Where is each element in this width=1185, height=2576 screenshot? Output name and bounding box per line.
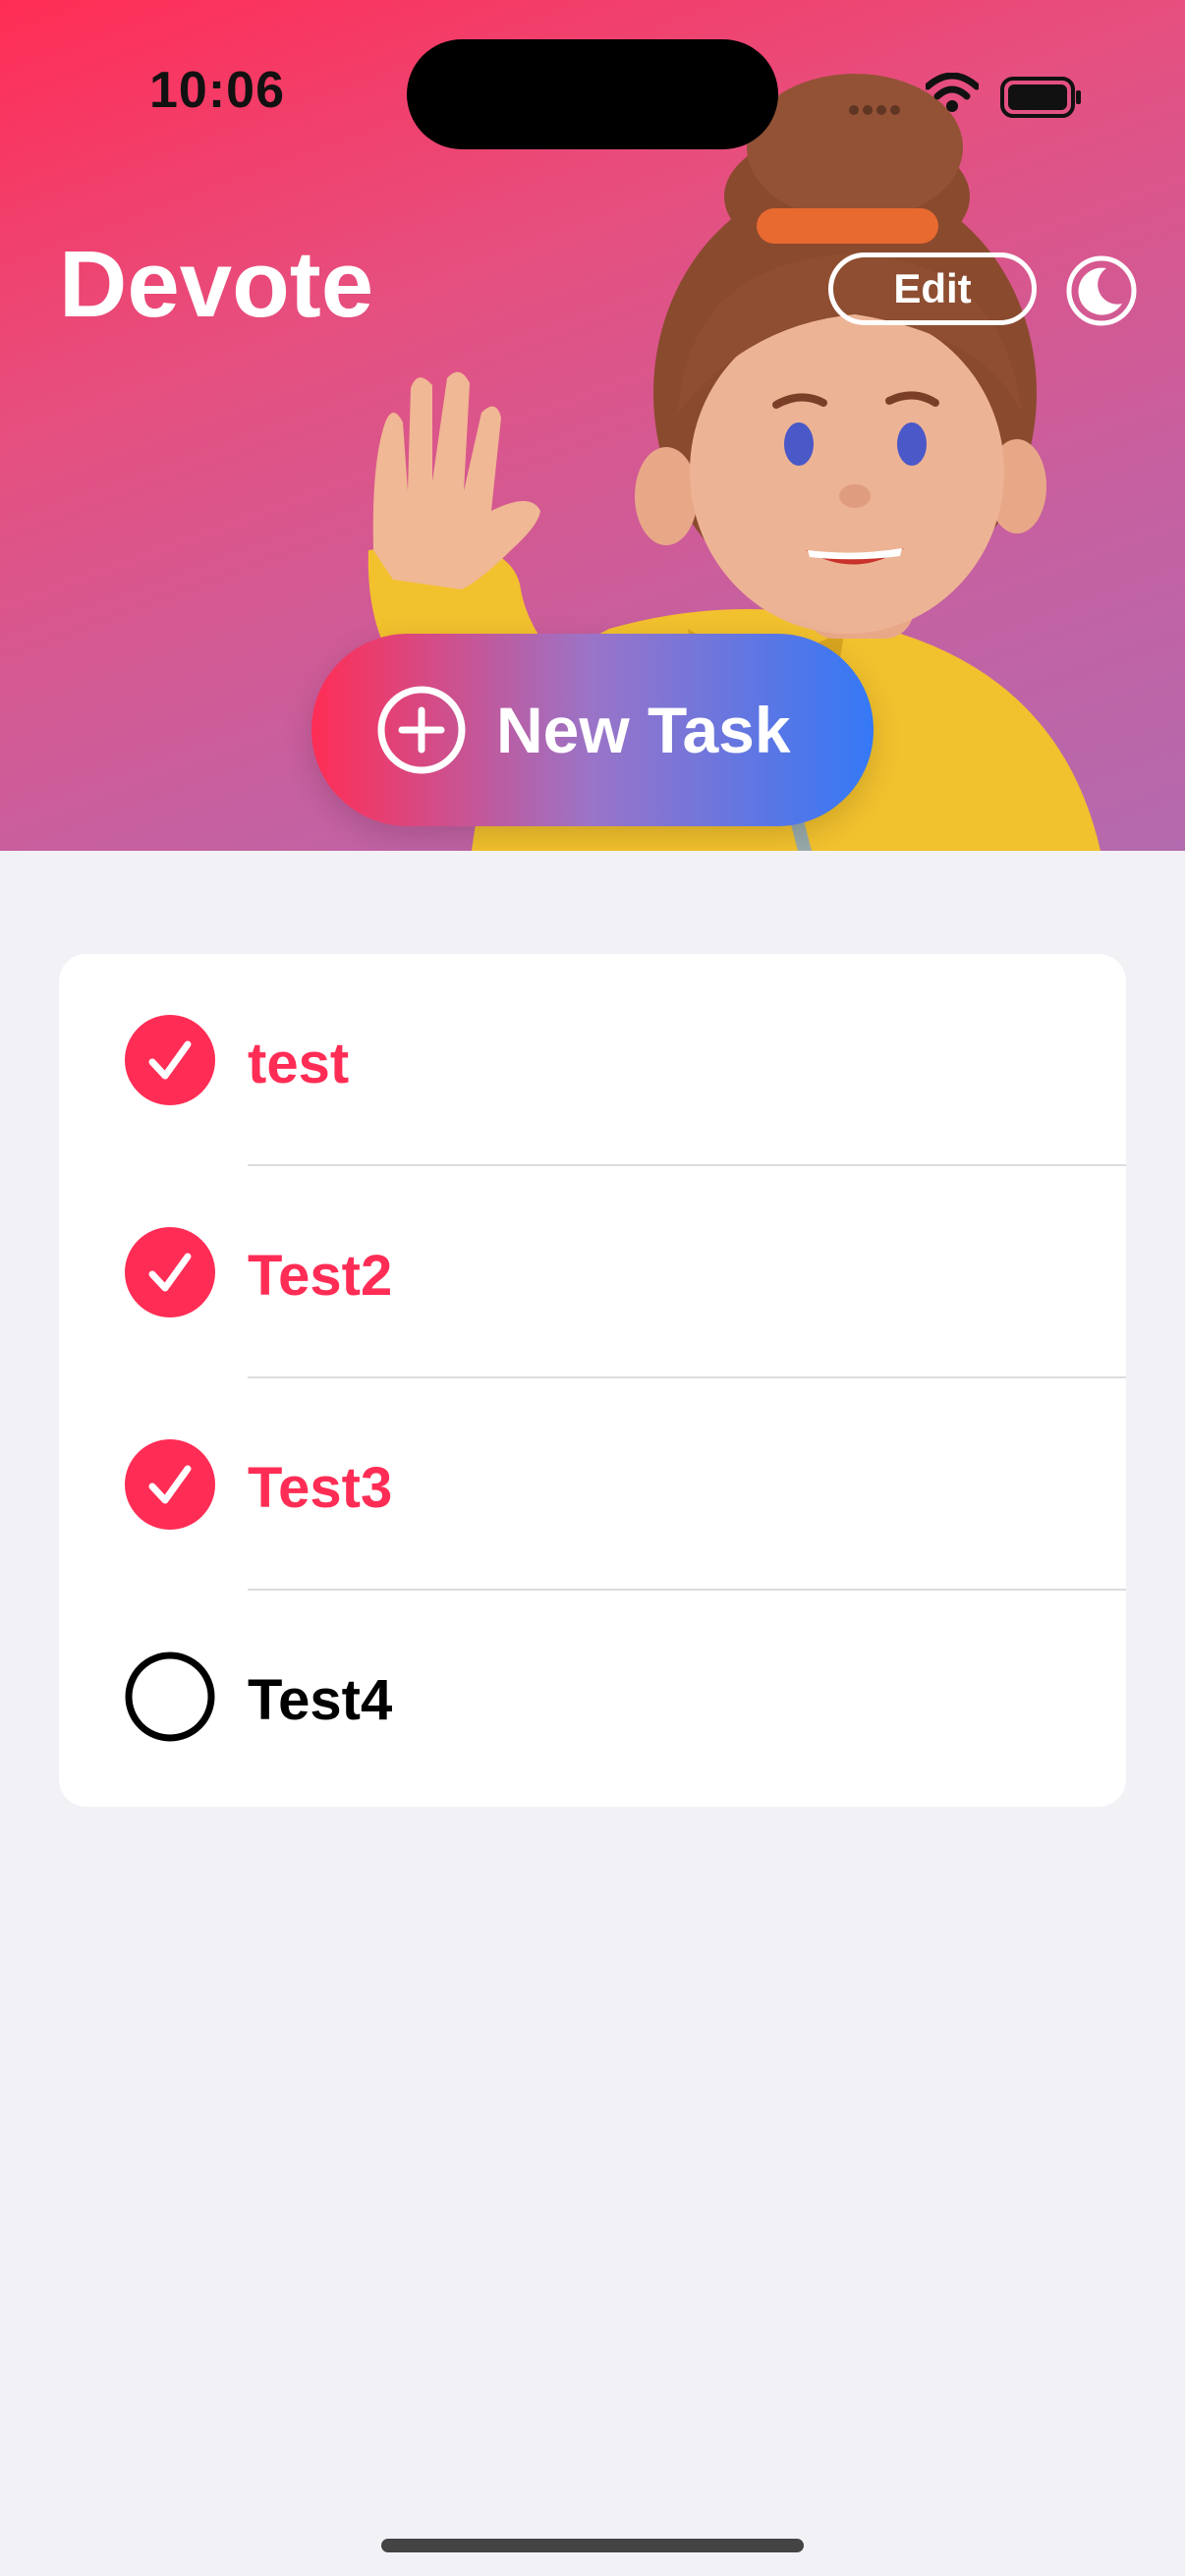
list-item[interactable]: Test2 <box>59 1166 1126 1378</box>
edit-button[interactable]: Edit <box>828 252 1037 325</box>
header-banner: 10:06 Devote Edit New Task <box>0 0 1185 851</box>
wifi-icon <box>926 73 979 112</box>
list-item[interactable]: Test3 <box>59 1378 1126 1591</box>
battery-icon <box>1000 77 1081 118</box>
list-item[interactable]: Test4 <box>59 1591 1126 1803</box>
empty-circle-icon[interactable] <box>125 1652 215 1742</box>
status-time: 10:06 <box>149 62 285 119</box>
checkmark-circle-icon[interactable] <box>125 1227 215 1317</box>
checkmark-circle-icon[interactable] <box>125 1439 215 1530</box>
app-title: Devote <box>59 232 374 337</box>
checkmark-circle-icon[interactable] <box>125 1015 215 1105</box>
task-label: test <box>248 1032 350 1095</box>
new-task-label: New Task <box>496 694 791 766</box>
dynamic-island <box>407 39 778 149</box>
task-list: test Test2 Test3 Test4 <box>59 954 1126 1807</box>
task-label: Test3 <box>248 1456 393 1520</box>
task-label: Test4 <box>248 1668 393 1732</box>
new-task-button[interactable]: New Task <box>311 634 874 826</box>
signal-icon <box>849 102 904 120</box>
plus-circle-icon <box>377 686 466 774</box>
task-label: Test2 <box>248 1244 393 1308</box>
home-indicator[interactable] <box>381 2539 804 2552</box>
moon-icon[interactable] <box>1065 254 1138 327</box>
list-item[interactable]: test <box>59 954 1126 1166</box>
